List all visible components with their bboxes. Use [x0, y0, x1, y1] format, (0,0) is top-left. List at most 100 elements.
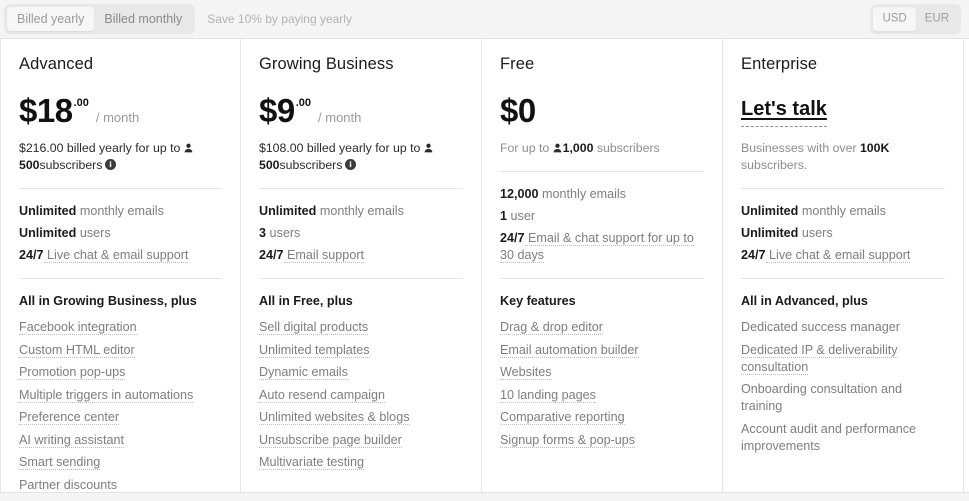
- price-cents: .00: [73, 97, 89, 109]
- feature-link[interactable]: Unsubscribe page builder: [259, 432, 402, 448]
- feature-item[interactable]: Unlimited websites & blogs: [259, 409, 463, 426]
- billing-period-toggle[interactable]: Billed yearly Billed monthly: [4, 3, 196, 35]
- plan-spec: Unlimited monthly emails: [259, 204, 404, 218]
- spec-link[interactable]: Live chat & email support: [43, 248, 189, 263]
- feature-item[interactable]: Promotion pop-ups: [19, 364, 222, 381]
- plan-spec: 24/7 Live chat & email support: [19, 248, 189, 263]
- feature-label: Account audit and performance improvemen…: [741, 421, 917, 453]
- feature-item[interactable]: Facebook integration: [19, 319, 222, 336]
- feature-link[interactable]: Signup forms & pop-ups: [500, 432, 636, 448]
- feature-link[interactable]: 10 landing pages: [500, 387, 596, 403]
- lets-talk-link[interactable]: Let's talk: [741, 94, 827, 127]
- plan-specs: Unlimited monthly emails Unlimited users 2…: [19, 203, 222, 264]
- price-amount: $18: [19, 92, 73, 129]
- plan-name: Growing Business: [259, 55, 394, 73]
- plan-price: $18.00 / month: [19, 94, 222, 130]
- feature-link[interactable]: Websites: [500, 365, 552, 380]
- feature-item[interactable]: AI writing assistant: [19, 432, 222, 449]
- plan-spec: 1 user: [500, 209, 536, 223]
- feature-item[interactable]: Comparative reporting: [500, 409, 704, 426]
- feature-group-title: All in Growing Business, plus: [19, 294, 197, 308]
- feature-link[interactable]: Preference center: [19, 410, 120, 425]
- feature-item[interactable]: Multivariate testing: [259, 454, 463, 471]
- feature-item[interactable]: Partner discounts: [19, 477, 222, 492]
- feature-item[interactable]: Preference center: [19, 409, 222, 426]
- price-period: / month: [318, 110, 362, 125]
- billing-note: For up to 1,000 subscribers: [500, 141, 660, 155]
- feature-link[interactable]: Smart sending: [19, 455, 101, 470]
- divider: [19, 188, 222, 189]
- currency-toggle[interactable]: USD EUR: [870, 4, 961, 34]
- feature-item[interactable]: Multiple triggers in automations: [19, 387, 222, 404]
- top-toolbar: Billed yearly Billed monthly Save 10% by …: [0, 0, 969, 38]
- price-amount: $0: [500, 92, 536, 129]
- feature-link[interactable]: Multiple triggers in automations: [19, 387, 194, 403]
- info-icon[interactable]: [345, 158, 357, 170]
- feature-link[interactable]: Dynamic emails: [259, 365, 348, 380]
- pricing-card-growing-business: Growing Business $9.00 / month $108.00 bill…: [241, 39, 482, 492]
- feature-item[interactable]: Sell digital products: [259, 319, 463, 336]
- feature-link[interactable]: Multivariate testing: [259, 455, 364, 470]
- feature-link[interactable]: Partner discounts: [19, 477, 118, 492]
- plan-spec: Unlimited monthly emails: [19, 204, 164, 218]
- feature-item[interactable]: Unsubscribe page builder: [259, 432, 463, 449]
- spec-link[interactable]: Email & chat support for up to 30 days: [500, 231, 694, 263]
- divider: [259, 278, 463, 279]
- feature-link[interactable]: Unlimited templates: [259, 342, 370, 358]
- plan-spec: 24/7 Live chat & email support: [741, 248, 911, 263]
- currency-option-usd[interactable]: USD: [873, 7, 916, 31]
- billing-option-0[interactable]: Billed yearly: [7, 6, 95, 32]
- feature-group-title: All in Free, plus: [259, 294, 353, 308]
- feature-link[interactable]: Drag & drop editor: [500, 320, 603, 335]
- feature-link[interactable]: Comparative reporting: [500, 410, 625, 425]
- feature-link[interactable]: Email automation builder: [500, 342, 639, 358]
- feature-item[interactable]: Dynamic emails: [259, 364, 463, 381]
- savings-note: Save 10% by paying yearly: [207, 12, 352, 26]
- pricing-card-free: Free $0 For up to 1,000 subscribers 12,000 …: [482, 39, 723, 492]
- feature-label: Dedicated success manager: [741, 320, 900, 334]
- spec-link[interactable]: Email support: [283, 248, 365, 263]
- person-icon: [424, 141, 433, 153]
- divider: [259, 188, 463, 189]
- divider: [741, 188, 945, 189]
- currency-option-eur[interactable]: EUR: [916, 7, 958, 31]
- plan-spec: Unlimited users: [19, 226, 111, 240]
- pricing-card-enterprise: Enterprise Let's talk Businesses with over…: [723, 39, 964, 492]
- plan-spec: Unlimited users: [741, 226, 833, 240]
- billing-note: $108.00 billed yearly for up to 500subsc…: [259, 140, 463, 174]
- feature-group-title: Key features: [500, 294, 576, 308]
- feature-item[interactable]: Unlimited templates: [259, 342, 463, 359]
- info-icon[interactable]: [105, 158, 117, 170]
- feature-item[interactable]: Drag & drop editor: [500, 319, 704, 336]
- feature-item[interactable]: Email automation builder: [500, 342, 704, 359]
- feature-link[interactable]: Custom HTML editor: [19, 342, 135, 358]
- plan-specs: 12,000 monthly emails 1 user 24/7 Email & …: [500, 186, 704, 264]
- plan-price: $0: [500, 94, 704, 130]
- feature-link[interactable]: Dedicated IP & deliverability consultati…: [741, 342, 898, 375]
- feature-link[interactable]: Promotion pop-ups: [19, 365, 126, 380]
- plan-spec: 3 users: [259, 226, 301, 240]
- billing-note: Businesses with over 100K subscribers.: [741, 141, 890, 172]
- feature-group-title: All in Advanced, plus: [741, 294, 868, 308]
- feature-item[interactable]: 10 landing pages: [500, 387, 704, 404]
- feature-item[interactable]: Signup forms & pop-ups: [500, 432, 704, 449]
- price-period: / month: [95, 110, 140, 125]
- plan-spec: 12,000 monthly emails: [500, 187, 627, 201]
- spec-link[interactable]: Live chat & email support: [765, 248, 911, 263]
- feature-item[interactable]: Auto resend campaign: [259, 387, 463, 404]
- person-icon: [184, 141, 193, 153]
- feature-item[interactable]: Smart sending: [19, 454, 222, 471]
- feature-item[interactable]: Dedicated IP & deliverability consultati…: [741, 342, 945, 376]
- plan-spec: Unlimited monthly emails: [741, 204, 886, 218]
- divider: [19, 278, 222, 279]
- feature-link[interactable]: Sell digital products: [259, 320, 369, 335]
- feature-link[interactable]: AI writing assistant: [19, 432, 124, 448]
- billing-option-1[interactable]: Billed monthly: [94, 7, 192, 32]
- feature-item[interactable]: Websites: [500, 364, 704, 381]
- feature-link[interactable]: Facebook integration: [19, 320, 137, 335]
- feature-link[interactable]: Auto resend campaign: [259, 387, 386, 403]
- feature-item[interactable]: Custom HTML editor: [19, 342, 222, 359]
- plan-name: Enterprise: [741, 55, 818, 73]
- feature-link[interactable]: Unlimited websites & blogs: [259, 410, 410, 425]
- plan-price: Let's talk: [741, 94, 945, 130]
